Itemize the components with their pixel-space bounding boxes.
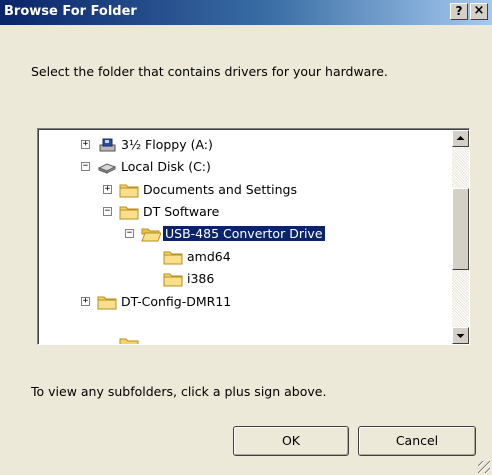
folder-icon: [119, 181, 139, 199]
instruction-text: Select the folder that contains drivers …: [31, 64, 388, 79]
folder-tree[interactable]: + 3½ Floppy (A:) − Local Disk (C:) + Doc…: [37, 128, 470, 345]
arrow-down-icon: [456, 334, 465, 338]
title-bar[interactable]: Browse For Folder ? ×: [0, 0, 492, 25]
folder-icon: [119, 203, 139, 221]
ok-button[interactable]: OK: [233, 426, 349, 456]
floppy-drive-icon: [97, 136, 117, 154]
hard-disk-icon: [97, 158, 117, 176]
tree-item-label: USB-485 Convertor Drive: [162, 225, 326, 242]
tree-item-label: Local Disk (C:): [121, 159, 211, 174]
tree-item-usb-485-convertor-drive[interactable]: − USB-485 Convertor Drive: [39, 224, 454, 246]
tree-item-label: i386: [187, 271, 215, 286]
tree-item-i386[interactable]: i386: [39, 269, 454, 291]
help-button[interactable]: ?: [450, 3, 468, 20]
collapse-icon[interactable]: −: [125, 229, 134, 238]
scroll-up-button[interactable]: [452, 130, 469, 147]
cancel-button[interactable]: Cancel: [358, 426, 476, 456]
collapse-icon[interactable]: −: [81, 162, 90, 171]
window-title: Browse For Folder: [4, 4, 137, 19]
expand-icon[interactable]: +: [81, 297, 90, 306]
vertical-scrollbar[interactable]: [452, 130, 469, 344]
tree-item-dt-software[interactable]: − DT Software: [39, 202, 454, 224]
tree-item-label: Documents and Settings: [143, 182, 298, 197]
tree-item-dt-config-dmr11[interactable]: + DT-Config-DMR11: [39, 292, 454, 314]
resize-grip[interactable]: [478, 461, 490, 473]
folder-open-icon: [141, 225, 162, 243]
collapse-icon[interactable]: −: [103, 207, 112, 216]
folder-icon: [119, 335, 139, 344]
scroll-down-button[interactable]: [452, 327, 469, 344]
tree-item-label: amd64: [187, 249, 231, 264]
tree-item-floppy[interactable]: + 3½ Floppy (A:): [39, 135, 454, 157]
hint-text: To view any subfolders, click a plus sig…: [31, 384, 327, 399]
folder-icon: [163, 270, 183, 288]
arrow-up-icon: [456, 136, 465, 140]
expand-icon[interactable]: +: [103, 185, 112, 194]
folder-icon: [163, 248, 183, 266]
tree-item-amd64[interactable]: amd64: [39, 247, 454, 269]
close-button[interactable]: ×: [470, 3, 488, 20]
tree-item-label: DT Software: [143, 204, 220, 219]
tree-item-documents-and-settings[interactable]: + Documents and Settings: [39, 180, 454, 202]
scroll-thumb[interactable]: [452, 188, 469, 270]
folder-icon: [97, 293, 117, 311]
expand-icon[interactable]: +: [81, 140, 90, 149]
tree-item-local-disk[interactable]: − Local Disk (C:): [39, 157, 454, 179]
tree-item-label: DT-Config-DMR11: [121, 294, 232, 309]
tree-item-label: 3½ Floppy (A:): [121, 137, 213, 152]
